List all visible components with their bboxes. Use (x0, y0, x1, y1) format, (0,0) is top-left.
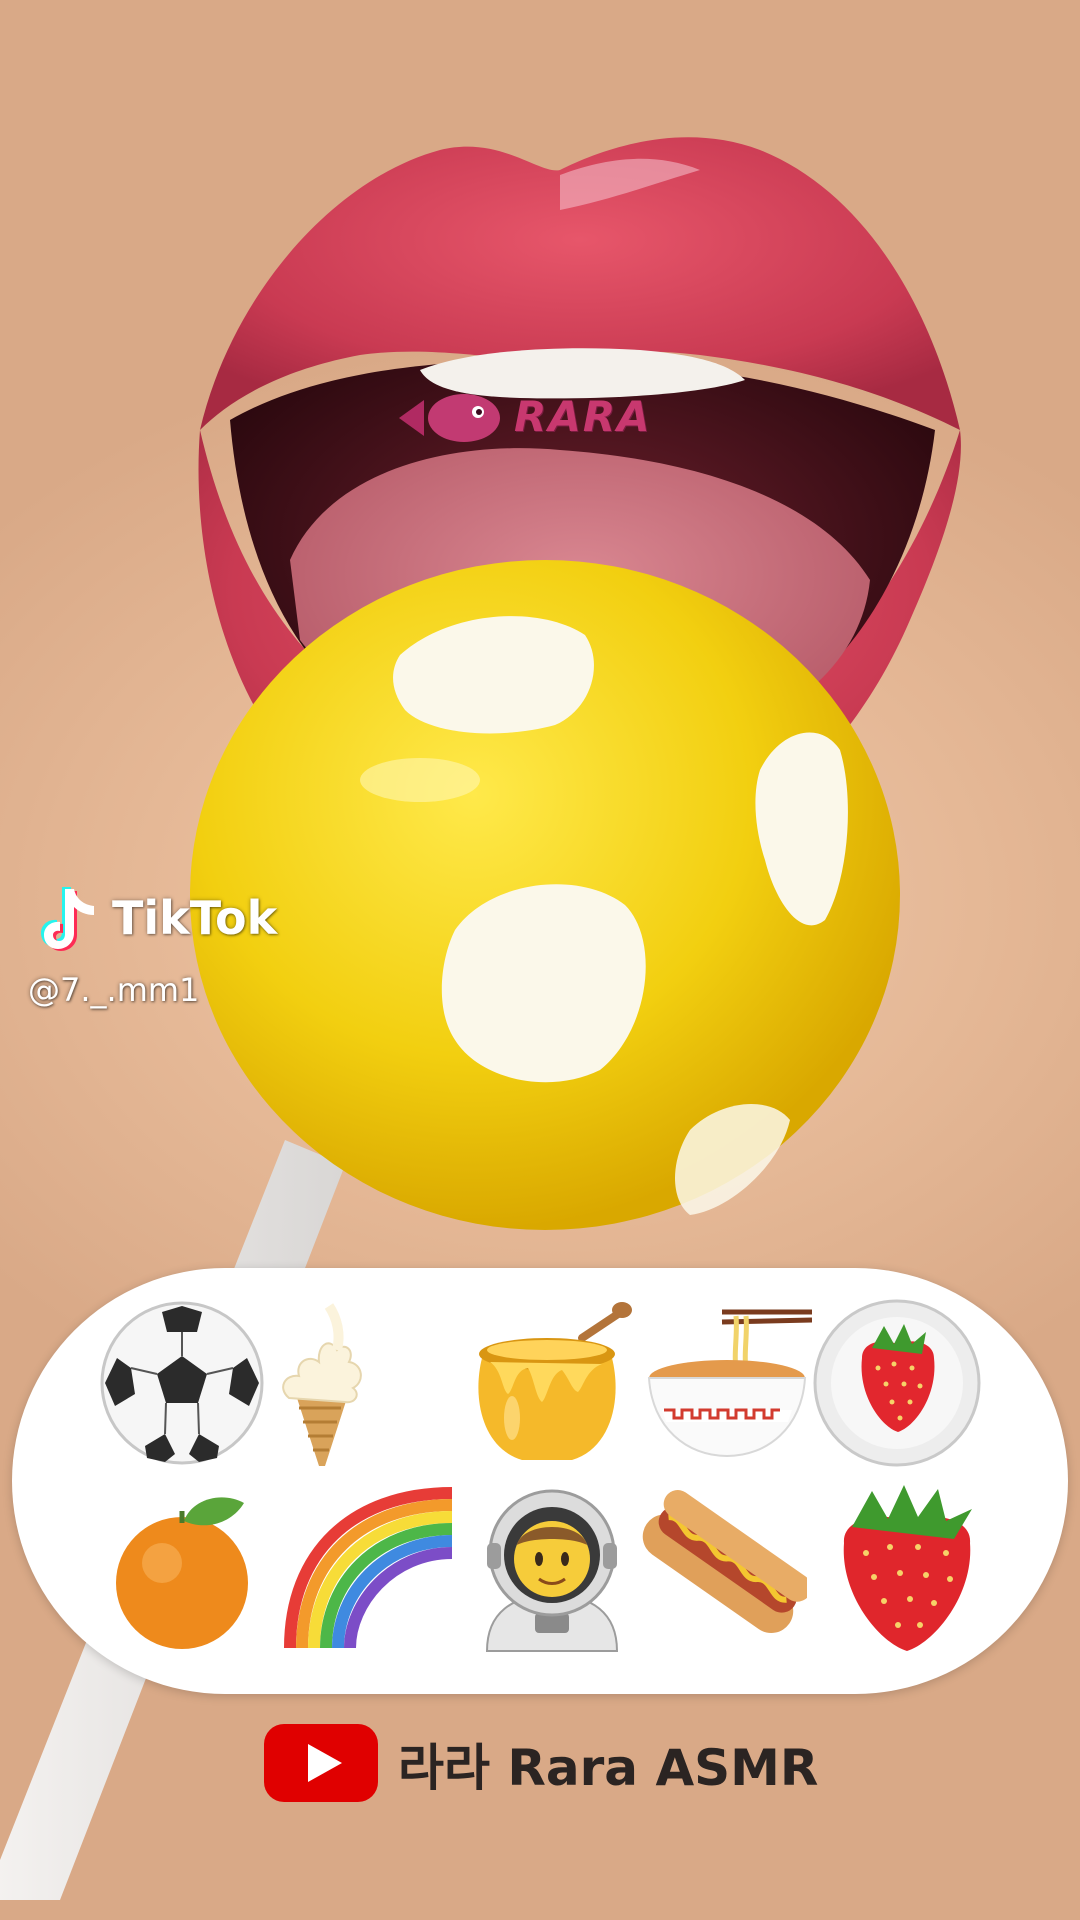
astronaut-icon[interactable] (467, 1483, 637, 1653)
video-frame: RARA TikTok @7._.mm1 라라 Rara ASMR (0, 0, 1080, 1920)
soft-ice-cream-icon[interactable] (237, 1298, 407, 1468)
watermark-text: RARA (514, 392, 652, 441)
fish-logo-icon (399, 394, 500, 442)
mouth-watermark: RARA (394, 388, 684, 448)
channel-name[interactable]: 라라 Rara ASMR (398, 1728, 818, 1800)
rainbow-icon[interactable] (282, 1483, 452, 1653)
strawberry-icon[interactable] (822, 1483, 992, 1653)
emoji-panel (12, 1268, 1068, 1694)
noodle-bowl-icon[interactable] (642, 1298, 812, 1468)
hot-dog-icon[interactable] (637, 1483, 807, 1653)
tiktok-handle: @7._.mm1 (28, 971, 200, 1009)
tiktok-name: TikTok (112, 891, 278, 945)
tiktok-logo-icon (41, 887, 94, 951)
tiktok-overlay: TikTok @7._.mm1 (28, 885, 328, 1015)
strawberry-on-plate-icon[interactable] (812, 1298, 982, 1468)
channel-footer: 라라 Rara ASMR (262, 1718, 822, 1808)
tangerine-icon[interactable] (102, 1483, 272, 1653)
youtube-logo-icon[interactable] (262, 1722, 380, 1804)
honey-pot-icon[interactable] (462, 1298, 632, 1468)
